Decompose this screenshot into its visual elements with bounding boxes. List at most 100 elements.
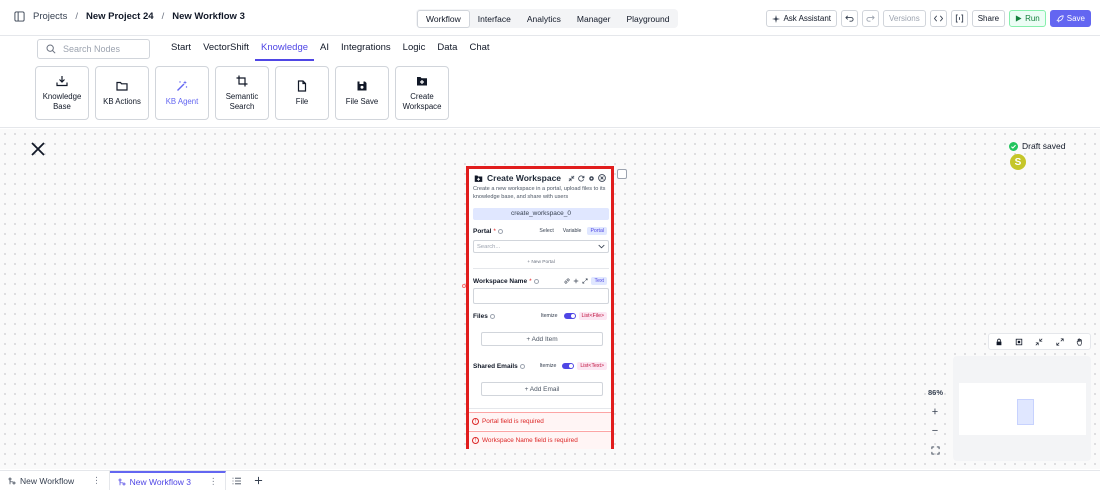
category-integrations[interactable]: Integrations bbox=[335, 42, 397, 61]
tab-interface[interactable]: Interface bbox=[470, 11, 519, 27]
portal-field-header: Portal * Select Variable Portal bbox=[473, 227, 607, 235]
more-options-icon[interactable]: ⋮ bbox=[209, 476, 218, 487]
brackets-icon bbox=[955, 14, 964, 23]
folder-plus-icon bbox=[474, 174, 483, 183]
breadcrumb-project[interactable]: New Project 24 bbox=[86, 11, 154, 22]
shrink-icon[interactable] bbox=[1035, 338, 1043, 346]
zoom-out-button[interactable]: − bbox=[927, 424, 943, 438]
plus-icon[interactable] bbox=[573, 278, 579, 284]
category-knowledge[interactable]: Knowledge bbox=[255, 42, 315, 61]
share-button[interactable]: Share bbox=[971, 10, 1006, 27]
workspace-name-tools: Text bbox=[564, 277, 607, 285]
add-item-button[interactable]: + Add Item bbox=[481, 332, 603, 346]
tab-list-button[interactable] bbox=[226, 471, 248, 490]
list-icon bbox=[232, 477, 242, 485]
zoom-level: 86% bbox=[928, 388, 944, 397]
node-id-field[interactable]: create_workspace_0 bbox=[473, 208, 609, 220]
search-nodes-input[interactable]: Search Nodes bbox=[37, 39, 150, 59]
workflow-tab-active[interactable]: New Workflow 3 ⋮ bbox=[109, 470, 227, 490]
lock-icon[interactable] bbox=[995, 338, 1003, 346]
save-label: Save bbox=[1066, 14, 1085, 23]
category-chat[interactable]: Chat bbox=[463, 42, 495, 61]
ask-assistant-label: Ask Assistant bbox=[783, 14, 832, 23]
rocket-icon bbox=[1056, 14, 1064, 23]
minimap[interactable] bbox=[953, 356, 1091, 461]
breadcrumb-separator: / bbox=[75, 11, 78, 22]
category-ai[interactable]: AI bbox=[314, 42, 335, 61]
tile-kb-actions[interactable]: KB Actions bbox=[95, 66, 149, 120]
tile-file-save[interactable]: File Save bbox=[335, 66, 389, 120]
versions-button[interactable]: Versions bbox=[883, 10, 926, 27]
refresh-icon[interactable] bbox=[578, 175, 585, 182]
node-description: Create a new workspace in a portal, uplo… bbox=[473, 186, 606, 201]
tab-workflow[interactable]: Workflow bbox=[417, 9, 470, 28]
check-circle-icon bbox=[1009, 141, 1018, 151]
add-email-button[interactable]: + Add Email bbox=[481, 382, 603, 396]
mode-select[interactable]: Select bbox=[536, 227, 556, 235]
divider bbox=[469, 408, 611, 409]
tile-label: KB Agent bbox=[165, 96, 199, 106]
category-data[interactable]: Data bbox=[431, 42, 463, 61]
floppy-icon bbox=[356, 80, 368, 92]
search-icon bbox=[46, 44, 56, 54]
workspace-name-input[interactable] bbox=[473, 288, 609, 304]
breadcrumb-projects[interactable]: Projects bbox=[33, 11, 67, 22]
collapse-icon[interactable] bbox=[568, 175, 575, 182]
info-icon bbox=[533, 278, 539, 284]
tile-label: File bbox=[295, 96, 309, 106]
tile-semantic-search[interactable]: Semantic Search bbox=[215, 66, 269, 120]
zoom-in-button[interactable]: + bbox=[927, 405, 943, 419]
code-button[interactable] bbox=[929, 10, 947, 27]
tile-file[interactable]: File bbox=[275, 66, 329, 120]
fit-view-button[interactable] bbox=[927, 443, 943, 457]
tile-create-workspace[interactable]: Create Workspace bbox=[395, 66, 449, 120]
tab-manager[interactable]: Manager bbox=[569, 11, 619, 27]
hand-icon[interactable] bbox=[1076, 338, 1084, 346]
expand-icon[interactable] bbox=[582, 278, 589, 284]
header-actions: Ask Assistant Versions Share Run Save bbox=[766, 10, 1091, 27]
redo-icon bbox=[866, 14, 875, 23]
more-options-icon[interactable]: ⋮ bbox=[92, 475, 101, 486]
sidebar-toggle-icon[interactable] bbox=[14, 11, 25, 22]
grid-icon[interactable] bbox=[1015, 338, 1023, 346]
fit-view-icon bbox=[930, 445, 940, 455]
gear-icon[interactable] bbox=[588, 175, 595, 182]
info-icon bbox=[489, 313, 495, 319]
redo-button[interactable] bbox=[862, 10, 880, 27]
variables-button[interactable] bbox=[950, 10, 968, 27]
link-icon[interactable] bbox=[564, 278, 570, 284]
category-vectorshift[interactable]: VectorShift bbox=[197, 42, 255, 61]
input-handle[interactable] bbox=[462, 284, 466, 288]
ask-assistant-button[interactable]: Ask Assistant bbox=[766, 10, 838, 27]
files-field-header: Files Itemize List<File> bbox=[473, 312, 607, 320]
itemize-toggle[interactable] bbox=[563, 313, 576, 319]
draft-status-label: Draft saved bbox=[1022, 141, 1066, 151]
mode-variable[interactable]: Variable bbox=[560, 227, 585, 235]
new-portal-button[interactable]: + New Portal bbox=[473, 260, 609, 269]
run-button[interactable]: Run bbox=[1009, 10, 1046, 27]
portal-mode-switch: Select Variable Portal bbox=[536, 227, 607, 235]
workflow-tab[interactable]: New Workflow ⋮ bbox=[0, 470, 110, 490]
portal-select[interactable]: Search... bbox=[473, 240, 609, 253]
new-tab-button[interactable] bbox=[248, 471, 269, 490]
close-icon[interactable] bbox=[30, 141, 46, 157]
breadcrumb-workflow[interactable]: New Workflow 3 bbox=[172, 11, 245, 22]
category-logic[interactable]: Logic bbox=[397, 42, 432, 61]
tile-kb-agent[interactable]: KB Agent bbox=[155, 66, 209, 120]
avatar[interactable]: S bbox=[1010, 154, 1026, 170]
required-mark: * bbox=[493, 227, 496, 235]
create-workspace-node[interactable]: Create Workspace Create a new workspace … bbox=[466, 166, 614, 449]
tile-knowledge-base[interactable]: Knowledge Base bbox=[35, 66, 89, 120]
undo-button[interactable] bbox=[841, 10, 859, 27]
tab-analytics[interactable]: Analytics bbox=[519, 11, 569, 27]
category-start[interactable]: Start bbox=[165, 42, 197, 61]
tab-playground[interactable]: Playground bbox=[618, 11, 677, 27]
breadcrumb: Projects / New Project 24 / New Workflow… bbox=[14, 11, 245, 22]
sparkle-icon bbox=[772, 14, 781, 23]
node-side-panel-icon[interactable] bbox=[617, 169, 627, 179]
expand-icon[interactable] bbox=[1056, 337, 1064, 346]
tile-label: File Save bbox=[345, 96, 379, 106]
itemize-toggle[interactable] bbox=[562, 363, 575, 369]
close-circle-icon[interactable] bbox=[598, 174, 606, 182]
save-button[interactable]: Save bbox=[1049, 10, 1091, 27]
